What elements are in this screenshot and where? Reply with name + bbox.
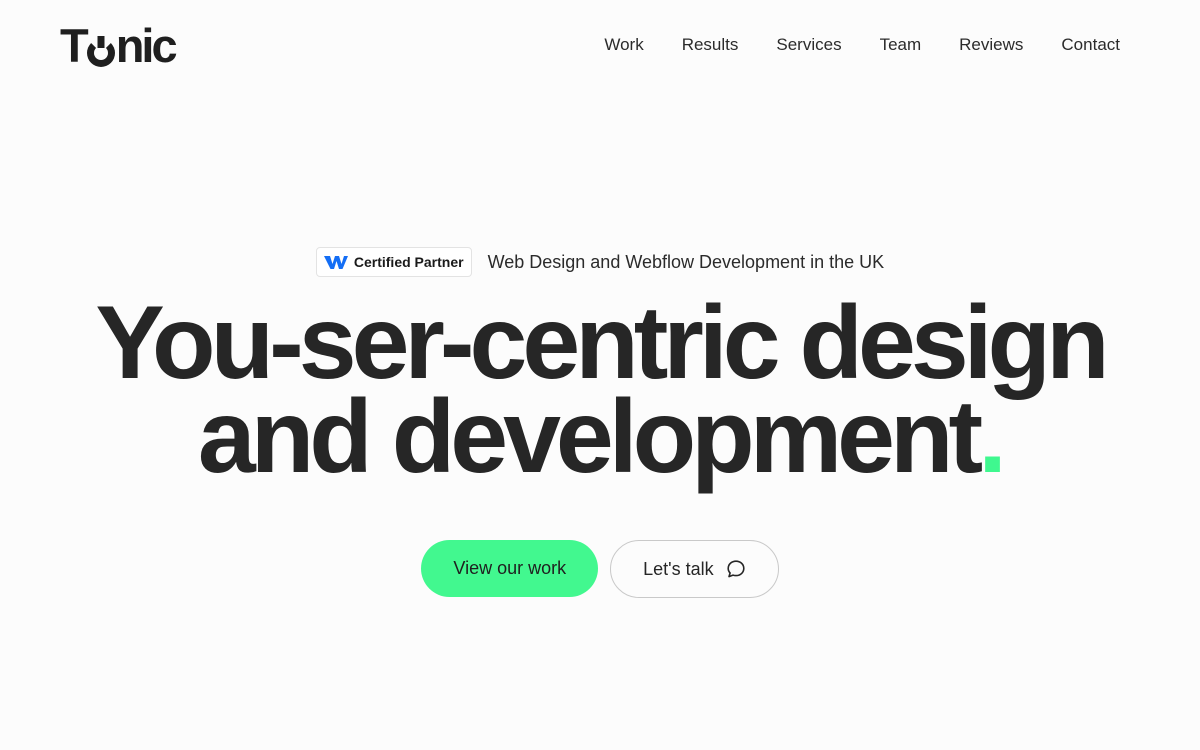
nav-item-results[interactable]: Results: [663, 34, 758, 56]
nav-item-work[interactable]: Work: [585, 34, 662, 56]
nav-item-services[interactable]: Services: [757, 34, 860, 56]
hero-tagline: Web Design and Webflow Development in th…: [487, 251, 885, 272]
headline-accent-dot: .: [978, 379, 1007, 495]
logo-o-mark-icon: [86, 39, 115, 67]
lets-talk-button[interactable]: Let's talk: [610, 540, 779, 598]
certified-partner-badge[interactable]: Certified Partner: [315, 247, 472, 277]
hero-headline: You-ser-centric design and development.: [0, 291, 1200, 489]
logo-text-start: T: [60, 19, 89, 72]
main-nav: Work Results Services Team Reviews Conta…: [585, 34, 1120, 56]
hero-actions: View our work Let's talk: [0, 540, 1200, 598]
nav-item-team[interactable]: Team: [861, 34, 941, 56]
headline-line-2: and development: [197, 379, 983, 495]
badge-label: Certified Partner: [353, 254, 464, 270]
lets-talk-label: Let's talk: [643, 558, 714, 579]
nav-item-contact[interactable]: Contact: [1042, 34, 1120, 56]
site-header: Tnic Work Results Services Team Reviews …: [0, 0, 1200, 92]
logo-text-end: nic: [115, 19, 178, 72]
nav-item-reviews[interactable]: Reviews: [940, 34, 1042, 56]
hero-badge-row: Certified Partner Web Design and Webflow…: [0, 247, 1200, 277]
tonic-logo[interactable]: Tnic: [60, 18, 178, 74]
webflow-logo-icon: [323, 256, 348, 269]
page: Tnic Work Results Services Team Reviews …: [0, 0, 1200, 750]
chat-bubble-icon: [726, 559, 746, 579]
view-our-work-button[interactable]: View our work: [421, 540, 599, 597]
